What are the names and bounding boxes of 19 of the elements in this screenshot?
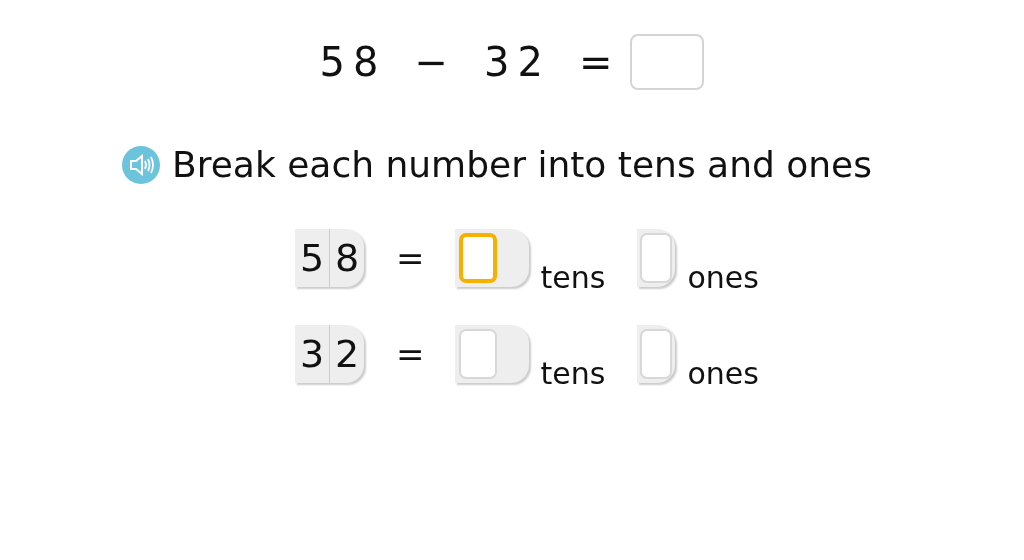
equals-sign: = bbox=[396, 334, 425, 374]
ones-label: ones bbox=[687, 356, 759, 391]
instruction-text: Break each number into tens and ones bbox=[172, 144, 872, 185]
digit: 2 bbox=[334, 331, 361, 378]
digit: 5 bbox=[295, 229, 331, 287]
ones-label: ones bbox=[687, 260, 759, 295]
tens-label: tens bbox=[540, 260, 606, 295]
equation-term: 32 bbox=[484, 39, 551, 85]
digit: 8 bbox=[334, 235, 361, 282]
equation-term: = bbox=[578, 39, 621, 85]
equation-term: − bbox=[414, 39, 456, 85]
tens-label: tens bbox=[540, 356, 606, 391]
tens-field[interactable] bbox=[458, 233, 497, 283]
tens-field[interactable] bbox=[458, 329, 497, 379]
answer-field[interactable] bbox=[630, 34, 705, 90]
speaker-icon[interactable] bbox=[122, 145, 160, 184]
equals-sign: = bbox=[396, 238, 425, 278]
equation-term: 58 bbox=[319, 39, 387, 85]
digit: 3 bbox=[295, 325, 331, 383]
